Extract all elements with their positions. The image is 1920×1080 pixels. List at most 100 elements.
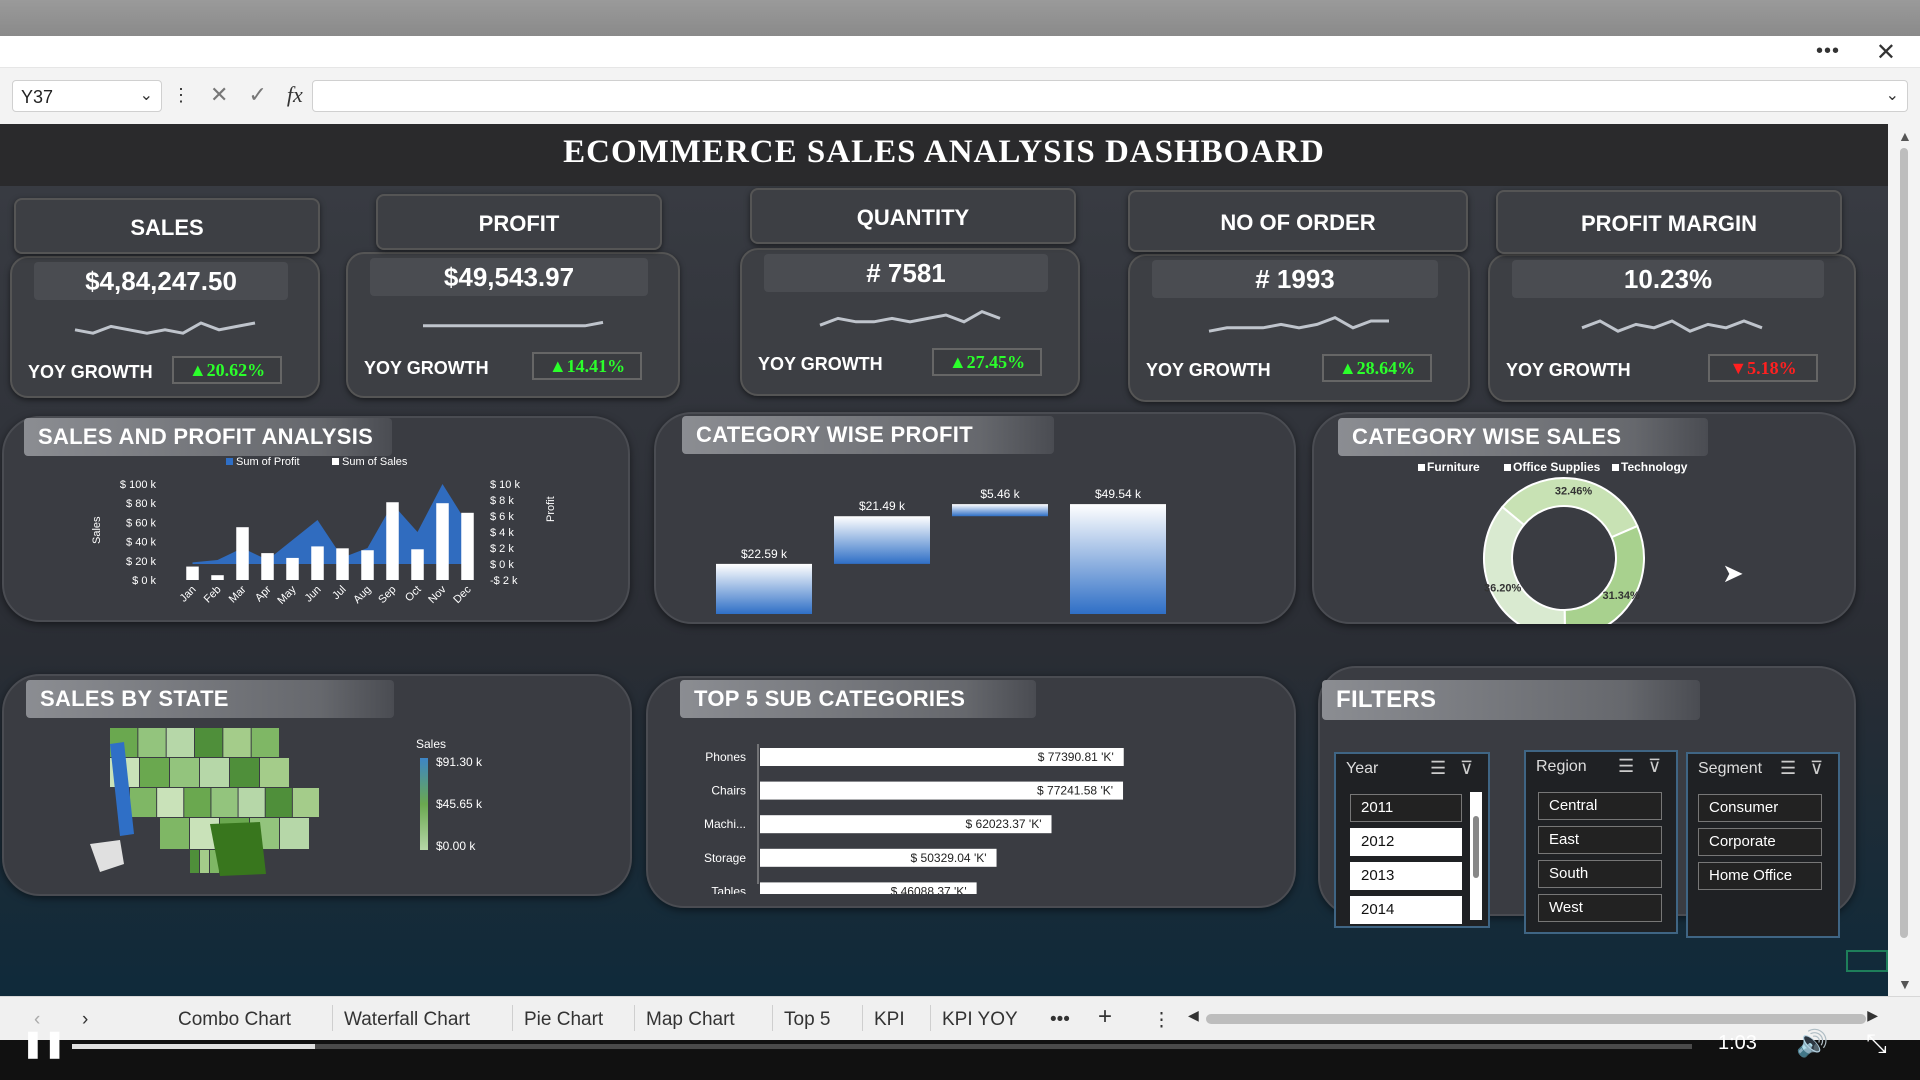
pause-icon[interactable]: ❚❚	[22, 1028, 66, 1059]
multi-select-icon[interactable]: ☰	[1618, 756, 1634, 777]
y2-axis-title: Profit	[545, 496, 557, 522]
clear-filter-icon[interactable]: ⊽	[1460, 758, 1473, 779]
yoy-label: YOY GROWTH	[1146, 360, 1271, 380]
clear-filter-icon[interactable]: ⊽	[1648, 756, 1661, 777]
sheet-tab[interactable]: Pie Chart	[524, 1009, 603, 1031]
sales-profit-chart: Sum of Profit Sum of Sales $ 100 k $ 80 k $ …	[91, 456, 557, 607]
chevron-down-icon[interactable]: ⌄	[140, 85, 153, 105]
legend-swatch	[1418, 464, 1425, 471]
data-label: $21.49 k	[859, 499, 906, 513]
cancel-icon[interactable]: ✕	[210, 82, 228, 108]
horizontal-scroll-thumb[interactable]	[1206, 1014, 1866, 1024]
category-label: Chairs	[711, 784, 746, 798]
year-slicer[interactable]: Year ☰ ⊽ 2011 2012 2013 2014	[1334, 752, 1490, 928]
multi-select-icon[interactable]: ☰	[1780, 758, 1796, 779]
add-sheet-icon[interactable]: +	[1098, 1003, 1112, 1031]
yoy-growth-badge: ▼5.18%	[1708, 354, 1818, 382]
sparkline-path	[74, 321, 256, 335]
year-option[interactable]: 2012	[1350, 828, 1462, 856]
video-progress[interactable]	[72, 1044, 1692, 1049]
tab-divider	[512, 1005, 513, 1031]
map-legend-scale	[420, 758, 428, 850]
selected-cell	[1846, 950, 1888, 972]
kpi-sparkline	[423, 320, 604, 328]
vertical-scrollbar[interactable]: ▲ ▼	[1888, 124, 1920, 996]
scroll-left-icon[interactable]: ◀	[1188, 1007, 1199, 1024]
sheet-tab[interactable]: Map Chart	[646, 1009, 735, 1031]
check-icon[interactable]: ✓	[248, 82, 266, 108]
x-tick-label: Sep	[376, 584, 398, 606]
horizontal-scrollbar[interactable]: ◀ ▶	[1188, 1007, 1878, 1027]
x-tick-label: Jul	[330, 584, 348, 602]
slice-label: 31.34%	[1602, 590, 1640, 602]
volume-icon[interactable]: 🔊	[1796, 1028, 1828, 1059]
more-vertical-icon[interactable]: ⋮	[1152, 1009, 1171, 1032]
clear-filter-icon[interactable]: ⊽	[1810, 758, 1823, 779]
legend: Sum of Profit Sum of Sales	[226, 456, 408, 468]
segment-slicer[interactable]: Segment ☰ ⊽ Consumer Corporate Home Office	[1686, 752, 1840, 938]
arrow-up-icon: ▲	[188, 360, 207, 380]
scroll-up-icon[interactable]: ▲	[1898, 128, 1912, 144]
region-option[interactable]: East	[1538, 826, 1662, 854]
sheet-tab[interactable]: KPI	[874, 1009, 905, 1031]
donut-slice	[1563, 524, 1645, 624]
sparkline-path	[1581, 319, 1763, 333]
region-option[interactable]: West	[1538, 894, 1662, 922]
name-box[interactable]: Y37 ⌄	[12, 80, 162, 112]
yoy-growth-badge: ▲14.41%	[532, 352, 642, 380]
segment-option[interactable]: Corporate	[1698, 828, 1822, 856]
region-option[interactable]: South	[1538, 860, 1662, 888]
year-option[interactable]: 2011	[1350, 794, 1462, 822]
state-region	[160, 818, 189, 849]
waterfall-bar	[834, 516, 930, 564]
function-icon[interactable]: fx	[287, 82, 303, 108]
scroll-right-icon[interactable]: ▶	[1867, 1007, 1878, 1024]
scroll-thumb[interactable]	[1900, 148, 1908, 938]
yoy-value: 5.18%	[1747, 358, 1797, 378]
scroll-down-icon[interactable]: ▼	[1898, 976, 1912, 992]
formula-icons: ⋮ ✕ ✓ fx	[172, 82, 303, 108]
data-label: $49.54 k	[1095, 487, 1142, 501]
close-icon[interactable]: ✕	[1876, 38, 1896, 67]
kpi-label: NO OF ORDER	[1128, 190, 1468, 252]
y2-tick-label: $ 6 k	[490, 511, 514, 523]
formula-input[interactable]: ⌄	[312, 80, 1908, 112]
map-legend-tick: $45.65 k	[436, 797, 483, 811]
yoy-label: YOY GROWTH	[758, 354, 883, 374]
chevron-down-icon[interactable]: ⌄	[1886, 85, 1899, 105]
more-sheets-icon[interactable]: •••	[1050, 1009, 1070, 1031]
sheet-tab[interactable]: KPI YOY	[942, 1009, 1018, 1031]
state-region	[200, 850, 209, 873]
profit-area	[192, 484, 468, 564]
dashboard-canvas: ECOMMERCE SALES ANALYSIS DASHBOARD SALES…	[0, 124, 1888, 996]
kpi-sparkline	[819, 309, 1001, 327]
year-option[interactable]: 2014	[1350, 896, 1462, 924]
ellipsis-icon[interactable]: •••	[1816, 40, 1840, 63]
y2-tick-label: $ 0 k	[490, 559, 514, 571]
video-time: 1:03	[1718, 1032, 1757, 1054]
y2-tick-label: $ 10 k	[490, 479, 520, 491]
segment-option[interactable]: Home Office	[1698, 862, 1822, 890]
region-option[interactable]: Central	[1538, 792, 1662, 820]
slice-label: 32.46%	[1555, 486, 1593, 498]
year-option[interactable]: 2013	[1350, 862, 1462, 890]
sheet-tab[interactable]: Combo Chart	[178, 1009, 291, 1031]
state-region	[211, 788, 238, 817]
multi-select-icon[interactable]: ☰	[1430, 758, 1446, 779]
segment-option[interactable]: Consumer	[1698, 794, 1822, 822]
y-axis-title: Sales	[91, 516, 103, 544]
more-vertical-icon[interactable]: ⋮	[172, 85, 190, 106]
tab-divider	[862, 1005, 863, 1031]
region-slicer[interactable]: Region ☰ ⊽ Central East South West	[1524, 750, 1678, 934]
slicer-scroll-thumb[interactable]	[1473, 816, 1479, 878]
kpi-value: $4,84,247.50	[34, 262, 288, 300]
x-tick-label: Oct	[403, 584, 424, 605]
next-sheet-icon[interactable]: ›	[82, 1009, 88, 1031]
sheet-tab[interactable]: Top 5	[784, 1009, 830, 1031]
kpi-value: $49,543.97	[370, 258, 648, 296]
kpi-label: SALES	[14, 198, 320, 254]
exit-fullscreen-icon[interactable]: ⤡	[1866, 1028, 1887, 1060]
state-region	[195, 728, 223, 757]
sheet-tab[interactable]: Waterfall Chart	[344, 1009, 470, 1031]
state-region	[190, 850, 199, 873]
